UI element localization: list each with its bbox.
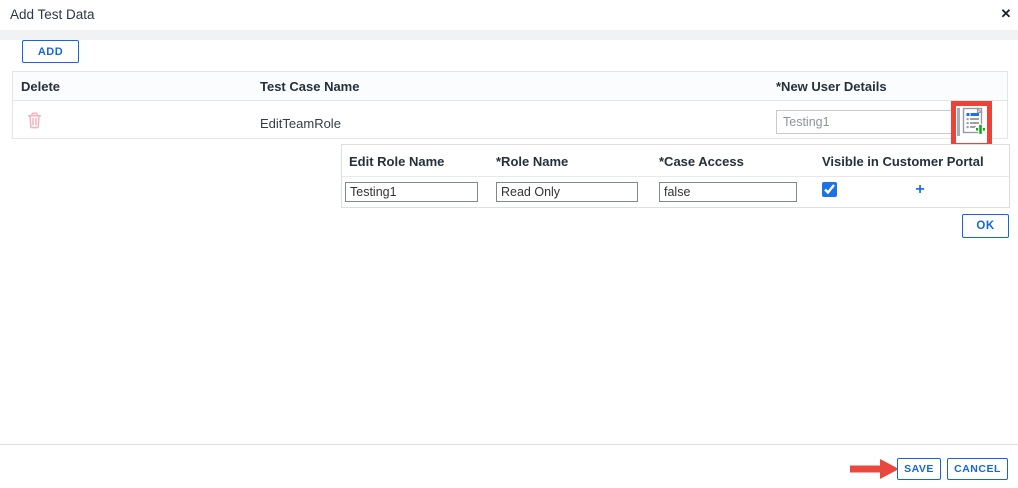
- test-case-name-cell: EditTeamRole: [260, 116, 341, 131]
- close-icon[interactable]: ✕: [996, 4, 1016, 24]
- ok-button[interactable]: OK: [962, 214, 1009, 238]
- trash-icon: [27, 117, 42, 132]
- role-details-header-row: Edit Role Name *Role Name *Case Access V…: [342, 145, 1009, 177]
- save-button[interactable]: SAVE: [897, 458, 941, 480]
- annotation-arrow: [848, 455, 902, 488]
- column-header-new-user-details: *New User Details: [776, 79, 887, 94]
- delete-row-button[interactable]: [25, 112, 43, 131]
- column-header-test-case-name: Test Case Name: [260, 79, 359, 94]
- edit-role-name-input[interactable]: [345, 182, 478, 202]
- case-access-input[interactable]: [659, 182, 797, 202]
- plus-icon[interactable]: +: [908, 178, 932, 202]
- dialog-titlebar: Add Test Data ✕: [0, 0, 1018, 30]
- titlebar-divider: [0, 30, 1018, 40]
- test-data-table: Delete Test Case Name *New User Details …: [12, 71, 1008, 139]
- cancel-button[interactable]: CANCEL: [947, 458, 1008, 480]
- dialog-title: Add Test Data: [10, 7, 95, 22]
- role-name-input[interactable]: [496, 182, 638, 202]
- table-header-row: Delete Test Case Name *New User Details: [13, 72, 1007, 101]
- column-header-case-access: *Case Access: [659, 154, 744, 169]
- column-header-role-name: *Role Name: [496, 154, 568, 169]
- column-header-delete: Delete: [21, 79, 60, 94]
- add-button[interactable]: ADD: [22, 40, 79, 63]
- column-header-visible-in-customer-portal: Visible in Customer Portal: [822, 154, 984, 169]
- new-user-details-input[interactable]: [776, 110, 954, 134]
- role-details-panel: Edit Role Name *Role Name *Case Access V…: [341, 144, 1010, 208]
- open-user-details-button[interactable]: [955, 105, 989, 141]
- column-header-edit-role-name: Edit Role Name: [349, 154, 444, 169]
- footer-divider: [0, 444, 1018, 445]
- visible-in-customer-portal-checkbox[interactable]: [822, 182, 837, 197]
